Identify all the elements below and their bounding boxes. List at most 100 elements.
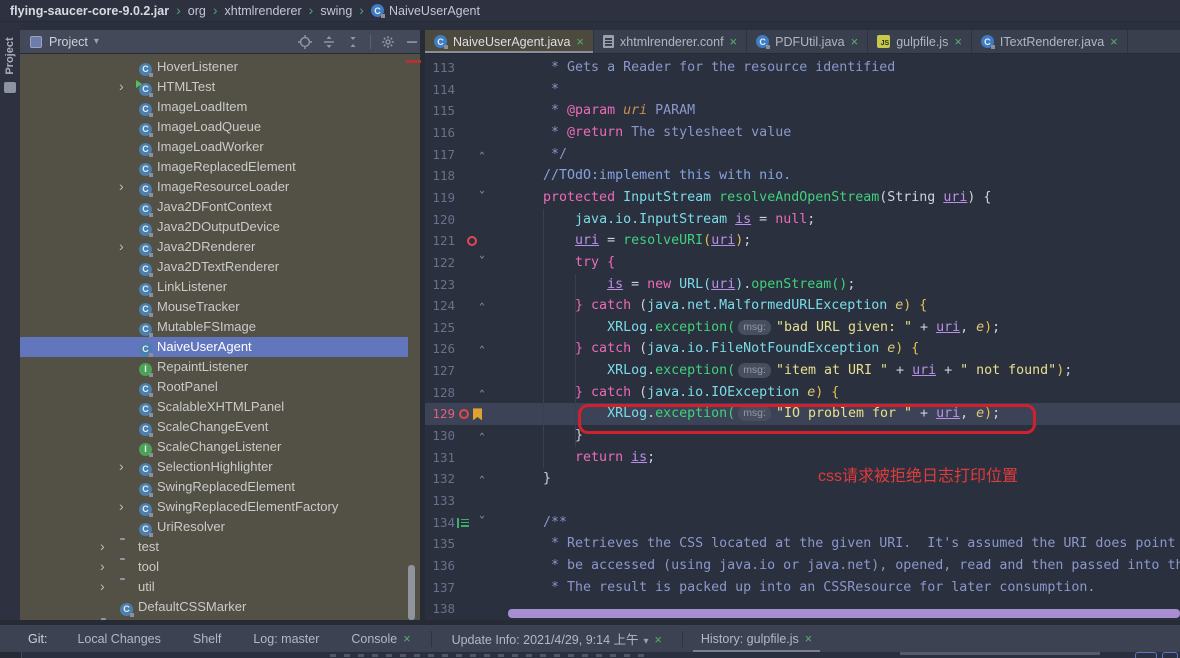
statusbar-item-local-changes[interactable]: Local Changes (77, 632, 160, 646)
breadcrumb-target[interactable]: C NaiveUserAgent (371, 4, 480, 18)
chevron-down-icon[interactable]: ▾ (644, 636, 649, 647)
code-line-114[interactable]: * (511, 79, 559, 101)
code-line-135[interactable]: * Retrieves the CSS located at the given… (511, 533, 1175, 555)
tree-item-tool[interactable]: ›tool (20, 557, 408, 577)
breakpoint-icon[interactable] (467, 236, 477, 246)
close-icon[interactable]: × (403, 632, 410, 646)
outlined-button[interactable] (1162, 652, 1178, 658)
expand-chevron-icon[interactable]: › (119, 78, 124, 94)
scrollbar[interactable] (900, 652, 1100, 655)
expand-all-icon[interactable] (322, 35, 336, 49)
project-rail-button[interactable]: Project (4, 33, 16, 79)
tree-item-swingreplacedelementfactory[interactable]: ›CSwingReplacedElementFactory (20, 497, 408, 517)
project-scrollbar[interactable] (408, 565, 415, 620)
breadcrumb-root[interactable]: flying-saucer-core-9.0.2.jar (10, 4, 169, 18)
code-line-130[interactable]: } (511, 425, 583, 447)
expand-chevron-icon[interactable]: › (100, 578, 105, 594)
breadcrumb-segment[interactable]: swing (320, 4, 352, 18)
tree-item-repaintlistener[interactable]: IRepaintListener (20, 357, 408, 377)
gear-icon[interactable] (381, 35, 395, 49)
fold-marker-icon[interactable]: ˇ (475, 254, 489, 272)
editor-tab-PDFUtil.java[interactable]: CPDFUtil.java× (747, 30, 868, 53)
code-line-125[interactable]: XRLog.exception(msg:"bad URL given: " + … (511, 317, 1000, 339)
line-number[interactable]: 120 (427, 212, 455, 227)
breadcrumb-segment[interactable]: xhtmlrenderer (225, 4, 302, 18)
line-number[interactable]: 136 (427, 558, 455, 573)
tree-item-mutablefsimage[interactable]: CMutableFSImage (20, 317, 408, 337)
editor-tab-gulpfile.js[interactable]: JSgulpfile.js× (868, 30, 972, 53)
expand-chevron-icon[interactable]: › (119, 238, 124, 254)
tree-item-swingreplacedelement[interactable]: CSwingReplacedElement (20, 477, 408, 497)
line-number[interactable]: 118 (427, 168, 455, 183)
close-icon[interactable]: × (1110, 34, 1118, 49)
console-tab[interactable]: Console× (351, 632, 410, 646)
outlined-button[interactable] (1135, 652, 1157, 658)
code-line-119[interactable]: protected InputStream resolveAndOpenStre… (511, 187, 991, 209)
close-icon[interactable]: × (655, 633, 662, 647)
code-line-117[interactable]: */ (511, 144, 567, 166)
tree-item-imagereplacedelement[interactable]: CImageReplacedElement (20, 157, 408, 177)
editor-tab-ITextRenderer.java[interactable]: CITextRenderer.java× (972, 30, 1128, 53)
code-line-121[interactable]: uri = resolveURI(uri); (511, 230, 751, 252)
code-line-115[interactable]: * @param uri PARAM (511, 100, 695, 122)
line-number[interactable]: 131 (427, 450, 455, 465)
fold-marker-icon[interactable]: ˆ (475, 344, 489, 362)
tree-item-java2drenderer[interactable]: ›CJava2DRenderer (20, 237, 408, 257)
line-number[interactable]: 115 (427, 103, 455, 118)
project-panel-title[interactable]: Project (49, 35, 88, 49)
fold-marker-icon[interactable]: ˆ (475, 301, 489, 319)
fold-marker-icon[interactable]: ˆ (475, 388, 489, 406)
line-number[interactable]: 127 (427, 363, 455, 378)
code-line-127[interactable]: XRLog.exception(msg:"item at URI " + uri… (511, 360, 1072, 382)
line-number[interactable]: 126 (427, 341, 455, 356)
expand-chevron-icon[interactable]: › (100, 558, 105, 574)
tree-item-uriresolver[interactable]: CUriResolver (20, 517, 408, 537)
update-info-tab[interactable]: Update Info: 2021/4/29, 9:14 上午▾× (452, 629, 662, 648)
breadcrumb-segment[interactable]: org (188, 4, 206, 18)
statusbar-item-log-master[interactable]: Log: master (253, 632, 319, 646)
close-icon[interactable]: × (805, 632, 812, 646)
line-number[interactable]: 113 (427, 60, 455, 75)
fold-marker-icon[interactable]: ˇ (475, 189, 489, 207)
code-editor[interactable]: 113 * Gets a Reader for the resource ide… (425, 54, 1180, 620)
tree-item-java2doutputdevice[interactable]: CJava2DOutputDevice (20, 217, 408, 237)
tree-item-rootpanel[interactable]: CRootPanel (20, 377, 408, 397)
tree-item-linklistener[interactable]: CLinkListener (20, 277, 408, 297)
expand-chevron-icon[interactable]: › (119, 498, 124, 514)
hide-panel-icon[interactable] (405, 35, 419, 49)
code-line-128[interactable]: } catch (java.io.IOException e) { (511, 382, 839, 404)
tree-item-java2dfontcontext[interactable]: CJava2DFontContext (20, 197, 408, 217)
code-line-137[interactable]: * The result is packed up into an CSSRes… (511, 577, 1095, 599)
code-line-116[interactable]: * @return The stylesheet value (511, 122, 791, 144)
line-number[interactable]: 114 (427, 82, 455, 97)
line-number[interactable]: 116 (427, 125, 455, 140)
line-number[interactable]: 130 (427, 428, 455, 443)
history-tab[interactable]: History: gulpfile.js× (687, 625, 826, 652)
code-line-132[interactable]: } (511, 468, 551, 490)
code-line-118[interactable]: //TOdO:implement this with nio. (511, 165, 791, 187)
fold-marker-icon[interactable]: ˆ (475, 474, 489, 492)
fold-marker-icon[interactable]: ˆ (475, 150, 489, 168)
line-number[interactable]: 138 (427, 601, 455, 616)
expand-chevron-icon[interactable]: › (119, 178, 124, 194)
fold-marker-icon[interactable]: ˇ (475, 514, 489, 532)
tree-item-scalablexhtmlpanel[interactable]: CScalableXHTMLPanel (20, 397, 408, 417)
tree-item-util[interactable]: ›util (20, 577, 408, 597)
line-number[interactable]: 128 (427, 385, 455, 400)
expand-chevron-icon[interactable]: › (119, 458, 124, 474)
tree-item-java2dtextrenderer[interactable]: CJava2DTextRenderer (20, 257, 408, 277)
tree-item-naiveuseragent[interactable]: CNaiveUserAgent (20, 337, 408, 357)
code-line-124[interactable]: } catch (java.net.MalformedURLException … (511, 295, 927, 317)
line-number[interactable]: 135 (427, 536, 455, 551)
close-icon[interactable]: × (851, 34, 859, 49)
editor-tab-xhtmlrenderer.conf[interactable]: xhtmlrenderer.conf× (594, 30, 747, 53)
collapse-all-icon[interactable] (346, 35, 360, 49)
line-number[interactable]: 123 (427, 277, 455, 292)
tree-item-mousetracker[interactable]: CMouseTracker (20, 297, 408, 317)
line-number[interactable]: 121 (427, 233, 455, 248)
gutter-list-icon[interactable] (457, 518, 469, 528)
code-line-122[interactable]: try { (511, 252, 615, 274)
line-number[interactable]: 133 (427, 493, 455, 508)
locate-icon[interactable] (298, 35, 312, 49)
line-number[interactable]: 122 (427, 255, 455, 270)
